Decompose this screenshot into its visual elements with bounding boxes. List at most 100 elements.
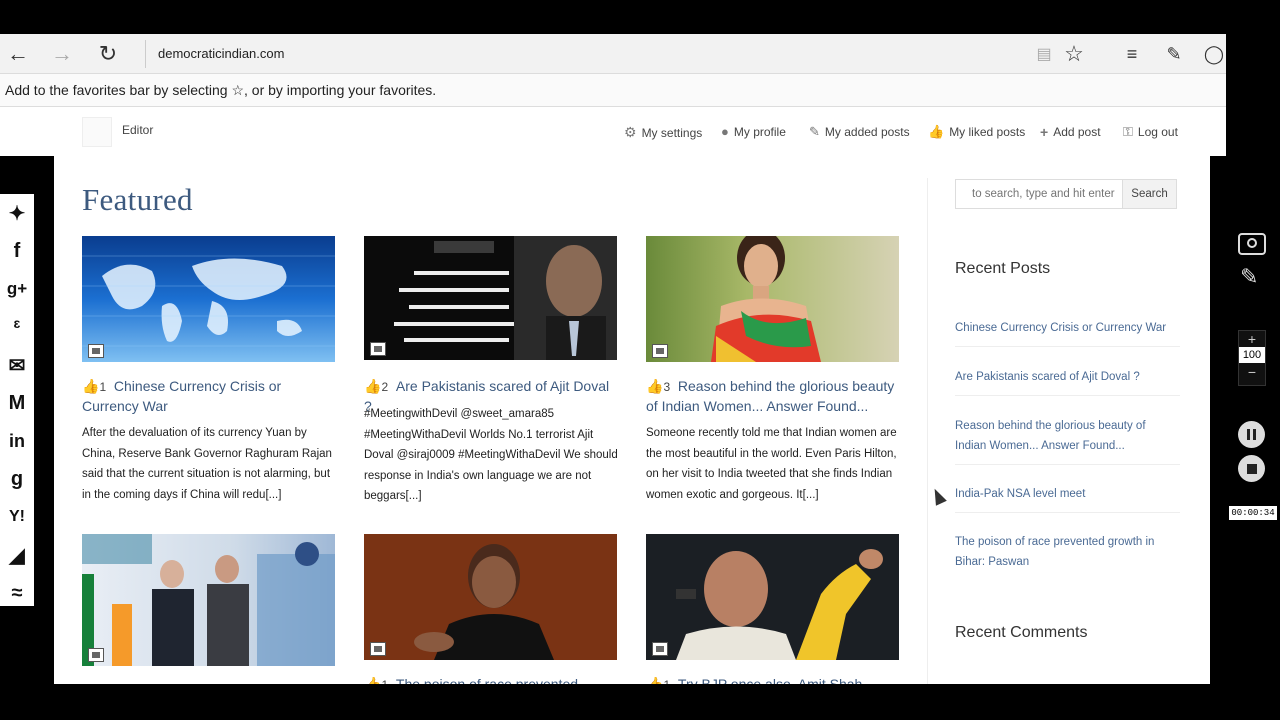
add-post-label: Add post [1053, 125, 1101, 139]
back-arrow-icon[interactable]: ← [4, 40, 32, 68]
user-icon: ● [721, 124, 729, 139]
email-icon[interactable]: ✉ [0, 346, 34, 384]
post-thumbnail-6[interactable] [646, 534, 899, 660]
post-title-text[interactable]: Chinese Currency Crisis or Currency War [82, 378, 281, 414]
leaders-handshake-image [82, 534, 335, 666]
thumbs-up-icon[interactable]: 👍 [364, 676, 381, 684]
image-format-icon [652, 344, 668, 358]
post-title-1[interactable]: 👍1 Chinese Currency Crisis or Currency W… [82, 377, 337, 416]
like-count: 2 [381, 380, 389, 394]
refresh-icon[interactable]: ↻ [94, 40, 122, 68]
post-thumbnail-2[interactable] [364, 236, 617, 360]
twitter-icon[interactable]: ✦ [0, 194, 34, 232]
forward-arrow-icon[interactable]: → [48, 40, 76, 68]
log-out-link[interactable]: ⚿ Log out [1123, 124, 1178, 140]
stop-icon[interactable] [1238, 455, 1265, 482]
world-map-image [82, 255, 335, 347]
post-title-text[interactable]: Try BJP once also, Amit Shah [678, 676, 862, 684]
recent-post-link[interactable]: Reason behind the glorious beauty of Ind… [955, 416, 1180, 465]
key-icon: ⚿ [1123, 124, 1133, 139]
browser-toolbar: ← → ↻ democraticindian.com ▤ ☆ ≡ ✎ ◯ [0, 34, 1226, 74]
avatar[interactable] [82, 117, 112, 147]
username: Editor [122, 123, 154, 137]
recent-posts-heading: Recent Posts [955, 260, 1051, 277]
my-added-posts-label: My added posts [824, 125, 910, 139]
zoom-in-icon[interactable]: + [1239, 331, 1265, 347]
social-share-bar: ✦ f g+ ᵋ ✉ M in g Y! ◢ ≈ [0, 194, 34, 606]
search-button[interactable]: Search [1122, 180, 1176, 208]
gear-icon: ⚙ [624, 124, 637, 140]
post-title-5[interactable]: 👍1 The poison of race prevented growth [364, 675, 619, 684]
my-settings-link[interactable]: ⚙ My settings [624, 124, 702, 141]
like-count: 1 [663, 678, 670, 684]
image-format-icon [88, 344, 104, 358]
page-content: Featured 👍1 Chinese Currency Crisis or C… [54, 156, 1210, 684]
post-title-3[interactable]: 👍3 Reason behind the glorious beauty of … [646, 377, 906, 416]
featured-heading: Featured [82, 182, 193, 217]
address-bar[interactable]: democraticindian.com [145, 40, 284, 68]
thumbs-up-icon[interactable]: 👍 [82, 378, 99, 394]
recent-post-link[interactable]: Chinese Currency Crisis or Currency War [955, 318, 1180, 347]
add-post-link[interactable]: + Add post [1040, 124, 1101, 140]
thumbs-up-icon[interactable]: 👍 [646, 378, 663, 394]
pen-icon[interactable]: ✎ [1240, 264, 1258, 290]
pause-icon[interactable] [1238, 421, 1265, 448]
like-count: 1 [99, 380, 107, 394]
web-note-icon[interactable]: ✎ [1160, 40, 1188, 68]
politician-speaking-image [364, 534, 617, 660]
post-title-text[interactable]: The poison of race prevented growth [364, 676, 578, 684]
recent-post-link[interactable]: Are Pakistanis scared of Ajit Doval ? [955, 367, 1180, 396]
favorite-star-icon[interactable]: ☆ [1060, 40, 1088, 68]
recording-timer: 00:00:34 [1229, 506, 1277, 520]
recent-comments-heading: Recent Comments [955, 624, 1088, 641]
post-thumbnail-1[interactable] [82, 236, 335, 362]
camera-icon[interactable] [1238, 233, 1266, 255]
post-excerpt-2: #MeetingwithDevil @sweet_amara85 #Meetin… [364, 408, 618, 502]
hub-icon[interactable]: ≡ [1118, 40, 1146, 68]
politician-pointing-image [646, 534, 899, 660]
thumbs-up-icon[interactable]: 👍 [646, 676, 663, 684]
recent-post-link[interactable]: India-Pak NSA level meet [955, 484, 1180, 513]
gmail-icon[interactable]: M [0, 384, 34, 422]
my-settings-label: My settings [641, 125, 703, 140]
user-toolbar: Editor ⚙ My settings ● My profile ✎ My a… [0, 107, 1226, 156]
post-thumbnail-4[interactable] [82, 534, 335, 666]
post-title-6[interactable]: 👍1 Try BJP once also, Amit Shah [646, 675, 901, 684]
recorder-panel: ✎ + 100 − 00:00:34 [1226, 0, 1280, 720]
yahoo-icon[interactable]: Y! [0, 498, 34, 536]
zoom-out-icon[interactable]: − [1239, 363, 1265, 381]
pencil-icon: ✎ [809, 124, 820, 139]
linkedin-icon[interactable]: in [0, 422, 34, 460]
post-title-text[interactable]: Reason behind the glorious beauty of Ind… [646, 378, 894, 414]
share-more-icon[interactable]: ≈ [0, 574, 34, 612]
image-format-icon [88, 648, 104, 662]
image-format-icon [370, 642, 386, 656]
my-profile-label: My profile [733, 124, 786, 139]
google-icon[interactable]: g [0, 460, 34, 498]
urdu-poster-image [394, 236, 617, 360]
my-profile-link[interactable]: ● My profile [721, 124, 786, 139]
search-form: Search [955, 179, 1177, 209]
sidebar-divider [927, 178, 928, 684]
post-excerpt-1: After the devaluation of its currency Yu… [82, 427, 332, 501]
like-count: 3 [663, 380, 671, 394]
image-format-icon [652, 642, 668, 656]
share-icon[interactable]: ◯ [1200, 40, 1228, 68]
zoom-control: + 100 − [1238, 330, 1266, 386]
post-thumbnail-5[interactable] [364, 534, 617, 660]
post-thumbnail-3[interactable] [646, 236, 899, 362]
google-plus-icon[interactable]: g+ [0, 270, 34, 308]
facebook-icon[interactable]: f [0, 232, 34, 270]
thumbs-up-icon: 👍 [928, 124, 945, 139]
reading-view-icon[interactable]: ▤ [1030, 40, 1058, 68]
pinterest-icon[interactable]: ᵋ [0, 308, 34, 346]
flipboard-icon[interactable]: ◢ [0, 536, 34, 574]
thumbs-up-icon[interactable]: 👍 [364, 378, 381, 394]
image-format-icon [370, 342, 386, 356]
post-excerpt-3: Someone recently told me that Indian wom… [646, 427, 897, 501]
my-added-posts-link[interactable]: ✎ My added posts [809, 124, 910, 140]
log-out-label: Log out [1137, 125, 1178, 139]
my-liked-posts-link[interactable]: 👍 My liked posts [928, 124, 1025, 140]
search-input[interactable] [956, 180, 1122, 208]
recent-post-link[interactable]: The poison of race prevented growth in B… [955, 532, 1180, 580]
